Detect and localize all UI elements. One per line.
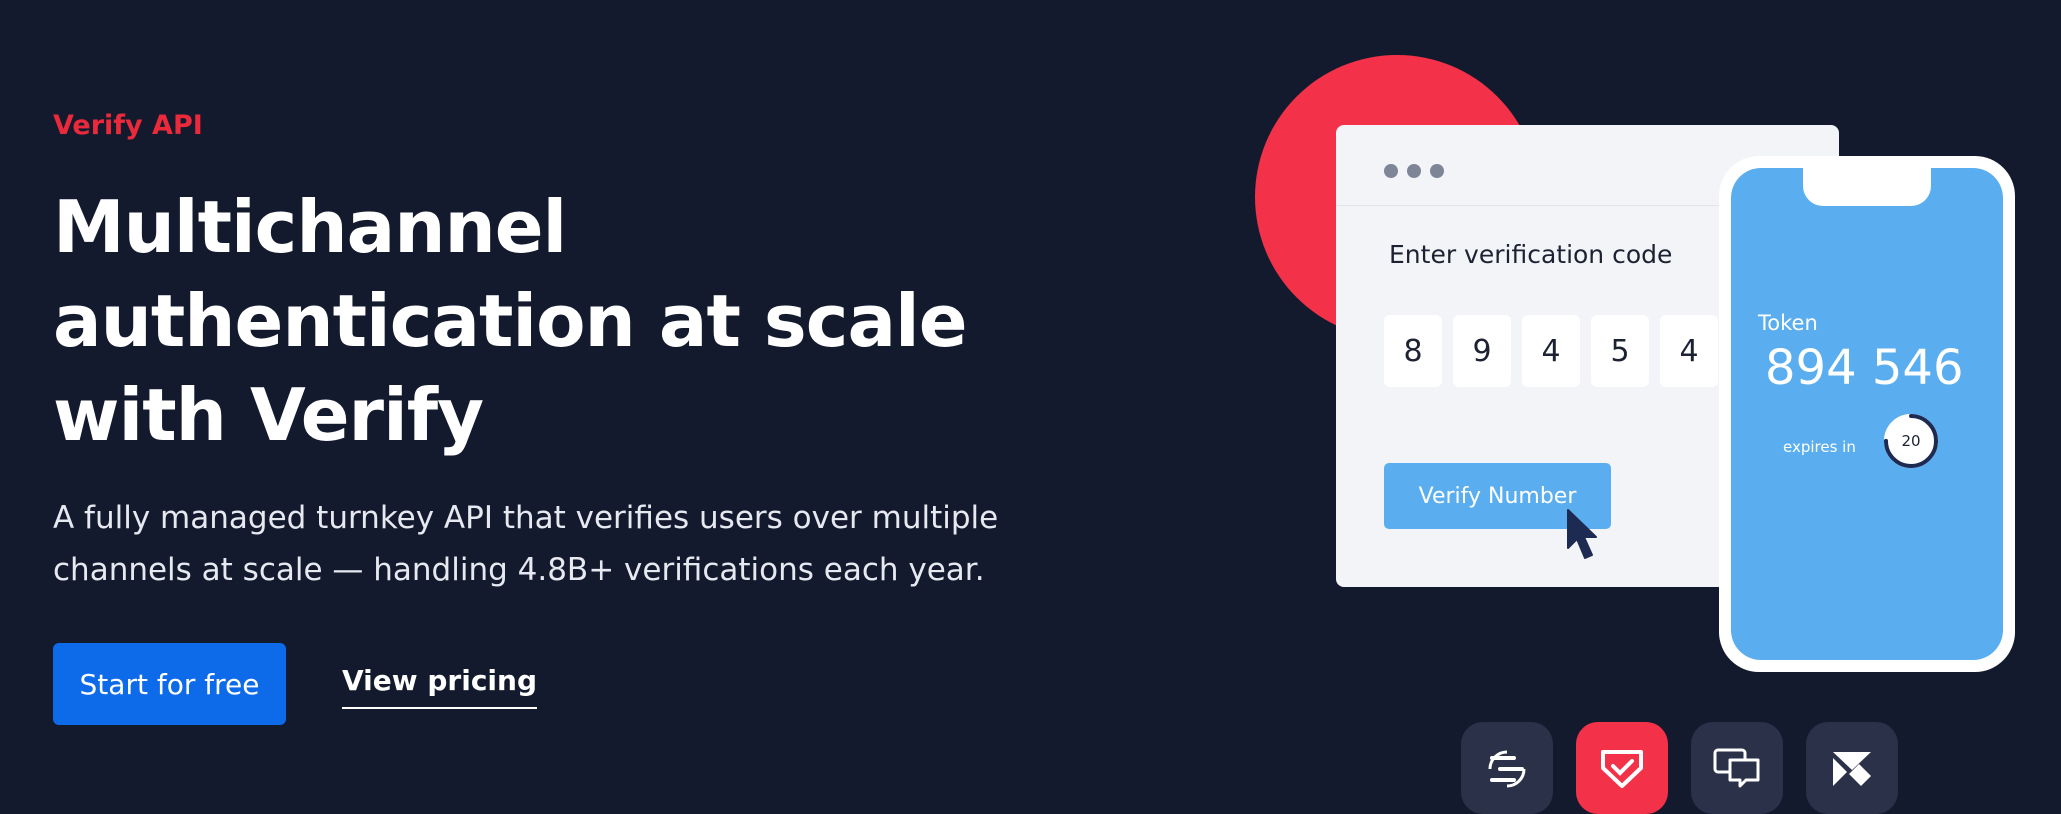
countdown-timer: 20: [1881, 411, 1941, 471]
cursor-icon: [1567, 509, 1597, 559]
hero-description: A fully managed turnkey API that verifie…: [53, 500, 999, 588]
phone-illustration: Token 894 546 expires in 20: [1719, 156, 2015, 672]
email-icon: [1833, 752, 1871, 786]
channel-button-verify[interactable]: [1576, 722, 1668, 814]
token-value: 894 546: [1765, 340, 1964, 396]
code-digit: 5: [1591, 315, 1649, 387]
eyebrow-label: Verify API: [53, 110, 203, 141]
code-digit: 8: [1384, 315, 1442, 387]
page-title: Multichannel authentication at scale wit…: [53, 185, 968, 457]
timer-value: 20: [1901, 432, 1921, 450]
phone-screen: Token 894 546 expires in 20: [1731, 168, 2003, 660]
code-digit: 4: [1522, 315, 1580, 387]
channel-button-chat[interactable]: [1691, 722, 1783, 814]
window-dot-icon: [1384, 164, 1398, 178]
view-pricing-link[interactable]: View pricing: [342, 664, 538, 709]
code-digit: 4: [1660, 315, 1718, 387]
window-dot-icon: [1430, 164, 1444, 178]
expires-label: expires in: [1783, 438, 1856, 456]
channel-button-email[interactable]: [1806, 722, 1898, 814]
code-digit: 9: [1453, 315, 1511, 387]
phone-notch: [1803, 168, 1931, 206]
channel-button-silent-auth[interactable]: [1461, 722, 1553, 814]
token-label: Token: [1758, 311, 1818, 335]
verification-code-label: Enter verification code: [1389, 240, 1673, 269]
start-for-free-button[interactable]: Start for free: [53, 643, 286, 725]
window-dot-icon: [1407, 164, 1421, 178]
verify-shield-icon: [1601, 750, 1643, 788]
silent-auth-icon: [1488, 750, 1526, 788]
chat-icon: [1713, 748, 1760, 788]
